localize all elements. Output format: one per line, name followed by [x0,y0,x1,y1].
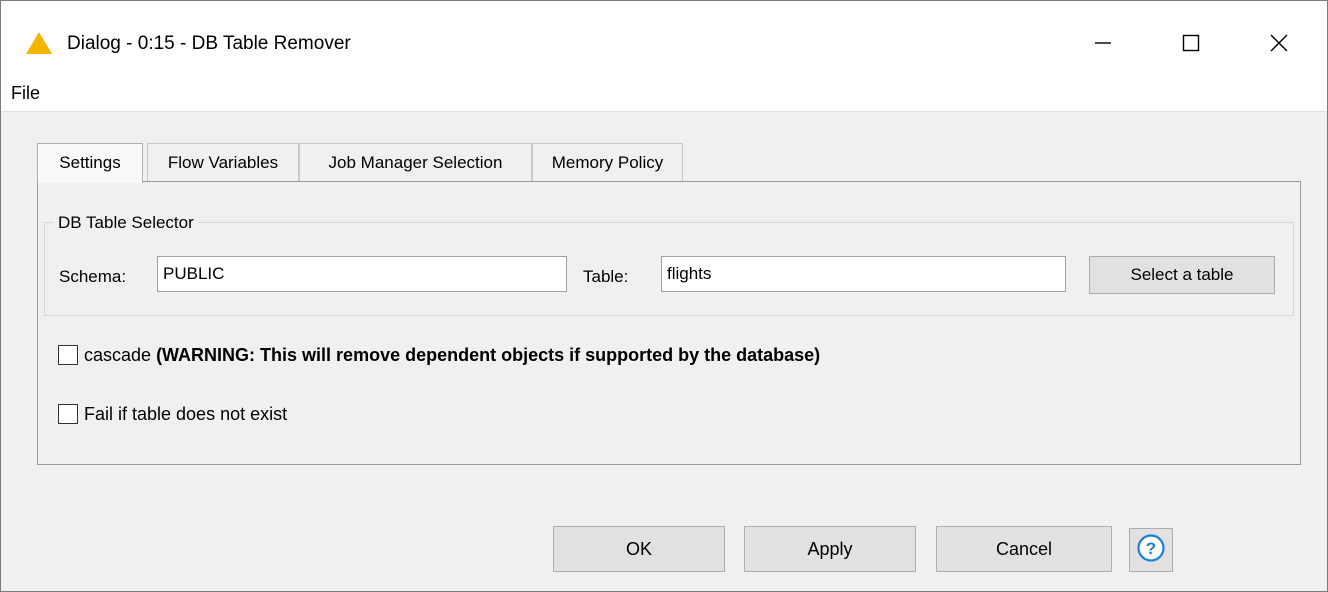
svg-text:?: ? [1146,539,1156,558]
fail-if-not-exist-label: Fail if table does not exist [84,404,288,424]
menu-file[interactable]: File [11,82,40,104]
table-label: Table: [583,267,629,286]
table-input[interactable]: flights [661,256,1066,292]
tab-job-manager-selection[interactable]: Job Manager Selection [299,143,532,181]
cascade-checkbox[interactable] [58,345,78,365]
tab-settings[interactable]: Settings [37,143,143,183]
help-icon: ? [1136,533,1166,568]
cascade-option: cascade (WARNING: This will remove depen… [84,344,820,366]
tab-flow-variables[interactable]: Flow Variables [147,143,299,181]
title-bar: Dialog - 0:15 - DB Table Remover [1,1,1327,73]
group-legend: DB Table Selector [54,212,198,234]
settings-panel: DB Table Selector Schema: PUBLIC Table: … [37,181,1301,465]
dialog-window: Dialog - 0:15 - DB Table Remover File Se… [0,0,1328,592]
maximize-icon[interactable] [1171,25,1211,61]
fail-if-not-exist-checkbox[interactable] [58,404,78,424]
schema-label: Schema: [59,267,127,286]
ok-button[interactable]: OK [553,526,725,572]
close-icon[interactable] [1259,25,1299,61]
knime-warning-triangle-icon [25,31,53,55]
select-table-button[interactable]: Select a table [1089,256,1275,294]
window-title: Dialog - 0:15 - DB Table Remover [67,33,351,54]
tab-memory-policy[interactable]: Memory Policy [532,143,683,181]
minimize-icon[interactable] [1083,25,1123,61]
cascade-label: cascade [84,345,152,365]
help-button[interactable]: ? [1129,528,1173,572]
db-table-selector-group: Schema: PUBLIC Table: flights Select a t… [44,222,1294,316]
cancel-button[interactable]: Cancel [936,526,1112,572]
menu-bar: File [1,73,1327,112]
schema-input[interactable]: PUBLIC [157,256,567,292]
apply-button[interactable]: Apply [744,526,916,572]
cascade-warning: (WARNING: This will remove dependent obj… [156,345,821,365]
